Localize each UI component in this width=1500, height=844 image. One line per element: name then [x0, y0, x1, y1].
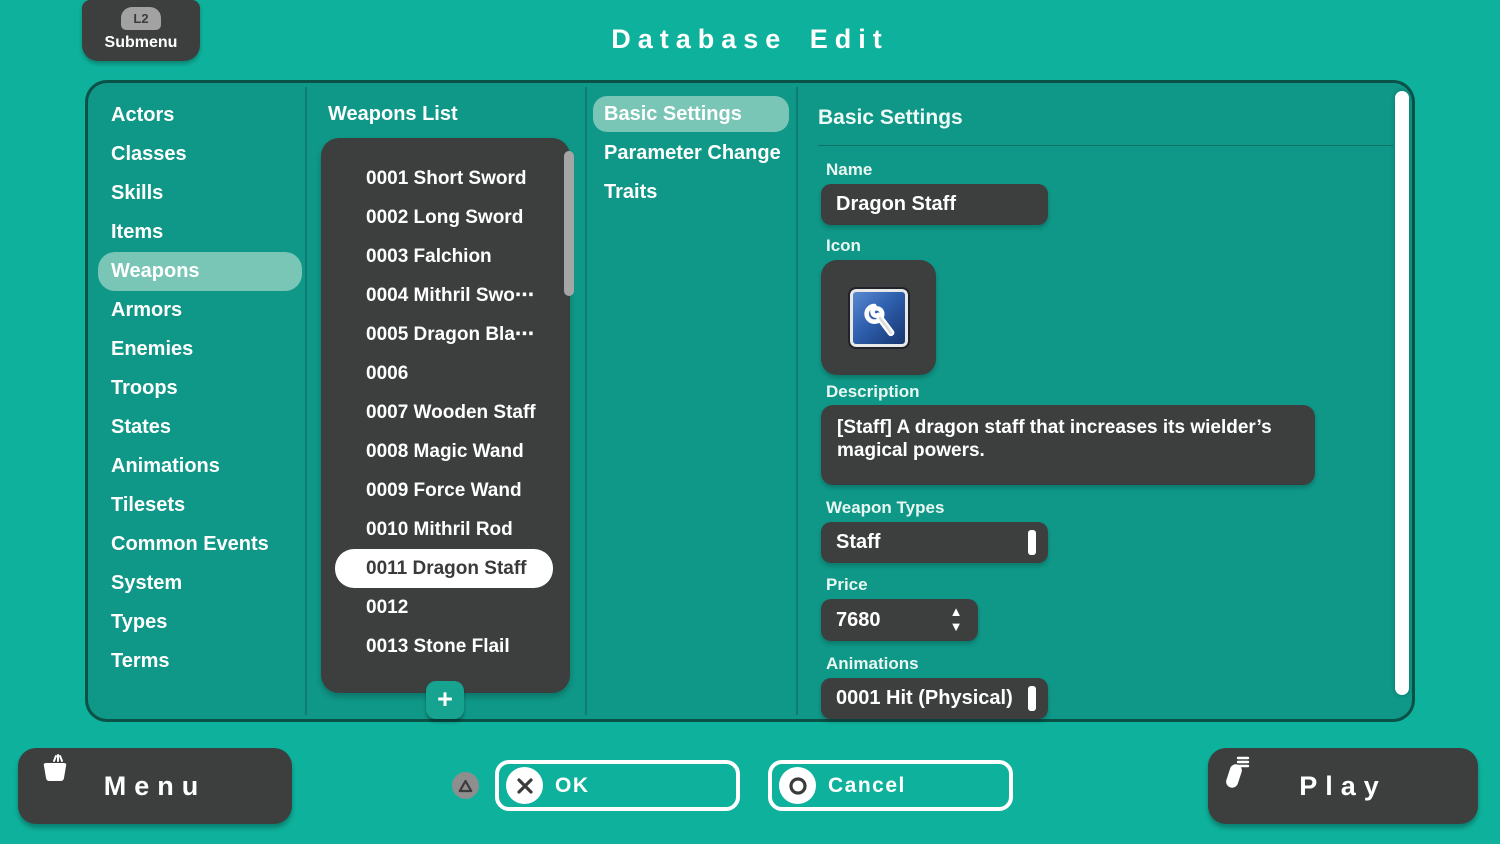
weapons-list-scrollbar[interactable]: [564, 151, 574, 296]
weapon-row-0009[interactable]: 0009 Force Wand: [321, 471, 570, 510]
dragon-staff-glyph: [857, 296, 901, 340]
tab-parameter-change[interactable]: Parameter Change: [593, 135, 789, 171]
tab-traits[interactable]: Traits: [593, 174, 789, 210]
price-value: 7680: [836, 609, 881, 631]
weapon-row-0007[interactable]: 0007 Wooden Staff: [321, 393, 570, 432]
weapon-row-0002[interactable]: 0002 Long Sword: [321, 198, 570, 237]
name-label: Name: [826, 160, 872, 180]
weapon-row-0011-selected[interactable]: 0011 Dragon Staff: [335, 549, 553, 588]
sidebar-item-troops[interactable]: Troops: [98, 369, 302, 408]
dropdown-indicator-icon: [1028, 530, 1036, 555]
weapon-types-dropdown[interactable]: Staff: [821, 522, 1048, 563]
tab-basic-settings[interactable]: Basic Settings: [593, 96, 789, 132]
add-weapon-button[interactable]: +: [426, 681, 464, 719]
menu-label: Menu: [104, 771, 207, 802]
sidebar-item-terms[interactable]: Terms: [98, 642, 302, 681]
ok-button[interactable]: OK: [495, 760, 740, 811]
weapon-row-0010[interactable]: 0010 Mithril Rod: [321, 510, 570, 549]
menu-button[interactable]: Menu: [18, 748, 292, 824]
details-scrollbar[interactable]: [1395, 91, 1409, 695]
icon-label: Icon: [826, 236, 861, 256]
weapons-list-title: Weapons List: [328, 103, 458, 126]
weapon-row-0012[interactable]: 0012: [321, 588, 570, 627]
weapons-list: 0001 Short Sword 0002 Long Sword 0003 Fa…: [321, 138, 570, 693]
description-label: Description: [826, 382, 920, 402]
database-panel: Actors Classes Skills Items Weapons Armo…: [85, 80, 1415, 722]
heading-divider: [818, 145, 1393, 146]
sidebar-item-actors[interactable]: Actors: [98, 96, 302, 135]
dropdown-indicator-icon: [1028, 686, 1036, 711]
sidebar-item-common-events[interactable]: Common Events: [98, 525, 302, 564]
page-title: Database Edit: [0, 24, 1500, 55]
weapon-row-0006[interactable]: 0006: [321, 354, 570, 393]
dragon-staff-icon: [850, 289, 908, 347]
sidebar-item-types[interactable]: Types: [98, 603, 302, 642]
column-divider: [585, 87, 587, 715]
triangle-button-icon: [452, 772, 479, 799]
settings-tabs: Basic Settings Parameter Change Traits: [593, 96, 789, 213]
cancel-label: Cancel: [828, 774, 906, 798]
price-label: Price: [826, 575, 868, 595]
play-button[interactable]: Play: [1208, 748, 1478, 824]
cancel-button[interactable]: Cancel: [768, 760, 1013, 811]
weapon-types-value: Staff: [836, 531, 880, 553]
touch-finger-icon: [1224, 752, 1254, 795]
spinner-down-icon[interactable]: ▼: [948, 619, 964, 634]
sidebar-item-weapons[interactable]: Weapons: [98, 252, 302, 291]
spinner-up-icon[interactable]: ▲: [948, 604, 964, 619]
weapon-row-0013[interactable]: 0013 Stone Flail: [321, 627, 570, 666]
sidebar-item-enemies[interactable]: Enemies: [98, 330, 302, 369]
price-spinner[interactable]: 7680 ▲ ▼: [821, 599, 978, 641]
name-input[interactable]: Dragon Staff: [821, 184, 1048, 225]
spinner-arrows: ▲ ▼: [948, 604, 964, 634]
play-label: Play: [1299, 771, 1387, 802]
sidebar-item-items[interactable]: Items: [98, 213, 302, 252]
sidebar-item-armors[interactable]: Armors: [98, 291, 302, 330]
sidebar-item-states[interactable]: States: [98, 408, 302, 447]
animations-value: 0001 Hit (Physical): [836, 687, 1013, 709]
sidebar-item-animations[interactable]: Animations: [98, 447, 302, 486]
animations-dropdown[interactable]: 0001 Hit (Physical): [821, 678, 1048, 719]
column-divider: [305, 87, 307, 715]
icon-picker[interactable]: [821, 260, 936, 375]
details-heading: Basic Settings: [818, 106, 963, 130]
sidebar-item-tilesets[interactable]: Tilesets: [98, 486, 302, 525]
cross-button-icon: [506, 767, 543, 804]
sidebar-item-system[interactable]: System: [98, 564, 302, 603]
weapon-types-label: Weapon Types: [826, 498, 944, 518]
animations-label: Animations: [826, 654, 919, 674]
menu-basket-icon: [38, 754, 72, 793]
weapon-row-0008[interactable]: 0008 Magic Wand: [321, 432, 570, 471]
column-divider: [796, 87, 798, 715]
category-sidebar: Actors Classes Skills Items Weapons Armo…: [98, 96, 302, 681]
ok-label: OK: [555, 774, 590, 798]
sidebar-item-skills[interactable]: Skills: [98, 174, 302, 213]
sidebar-item-classes[interactable]: Classes: [98, 135, 302, 174]
weapon-row-0005[interactable]: 0005 Dragon Bla⋯: [321, 315, 570, 354]
circle-button-icon: [779, 767, 816, 804]
weapon-row-0001[interactable]: 0001 Short Sword: [321, 159, 570, 198]
weapon-row-0003[interactable]: 0003 Falchion: [321, 237, 570, 276]
description-input[interactable]: [Staff] A dragon staff that increases it…: [821, 405, 1315, 485]
weapon-row-0004[interactable]: 0004 Mithril Swo⋯: [321, 276, 570, 315]
